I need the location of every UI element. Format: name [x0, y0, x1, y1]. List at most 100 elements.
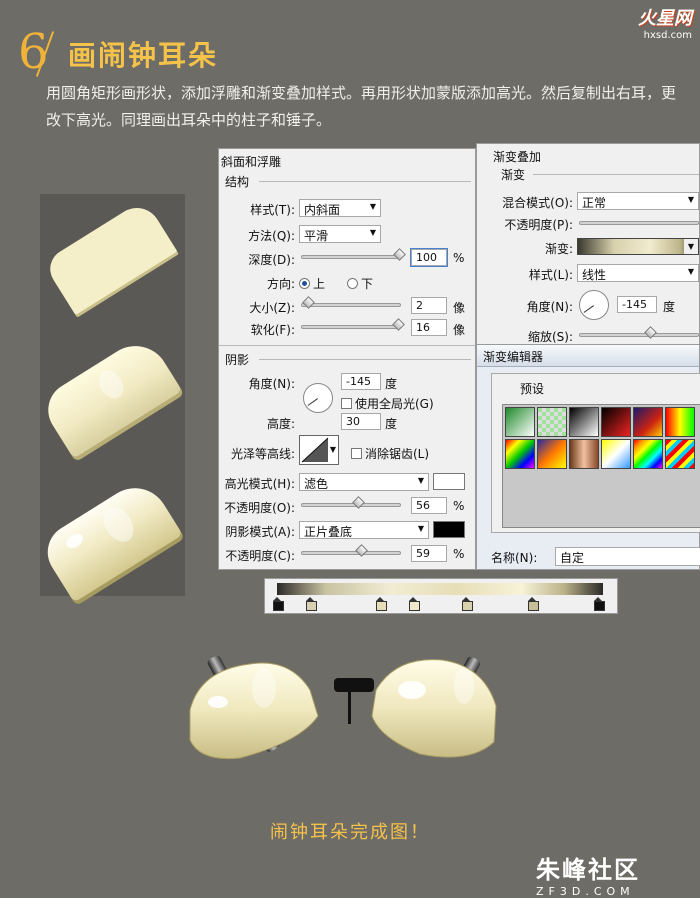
highlight-opacity-slider[interactable]: [301, 496, 401, 509]
preset-grid: [502, 404, 700, 528]
highlight-mode-label: 高光模式(H):: [224, 477, 295, 491]
window-title: 渐变编辑器: [483, 350, 544, 364]
logo-name: 朱峰社区: [536, 856, 640, 884]
gradient-preview-strip[interactable]: [277, 583, 603, 595]
direction-down-label: 下: [361, 277, 374, 291]
preset-swatch[interactable]: [569, 439, 599, 469]
bevel-emboss-panel: 斜面和浮雕 结构 样式(T): 内斜面 方法(Q): 平滑 深度(D): 100…: [218, 148, 476, 570]
gradient-name-input[interactable]: 自定: [555, 547, 700, 566]
chevron-down-icon: ▼: [329, 445, 336, 454]
contour-curve-icon: [301, 437, 329, 463]
site-logo-top: 火星网 hxsd.com: [606, 4, 692, 41]
section-divider: [259, 359, 471, 360]
slider-thumb[interactable]: [352, 496, 365, 509]
preset-swatch[interactable]: [665, 439, 695, 469]
blend-mode-select[interactable]: 正常: [577, 192, 699, 210]
color-stop[interactable]: [528, 597, 539, 611]
soften-input[interactable]: 16: [411, 319, 447, 336]
slider-thumb[interactable]: [644, 326, 657, 339]
highlight-mode-select[interactable]: 滤色: [299, 473, 429, 491]
scale-slider[interactable]: [579, 326, 699, 339]
color-stop[interactable]: [376, 597, 387, 611]
preset-swatch[interactable]: [601, 439, 631, 469]
shadow-opacity-slider[interactable]: [301, 544, 401, 557]
size-input[interactable]: 2: [411, 297, 447, 314]
angle-input[interactable]: -145: [341, 373, 381, 390]
site-logo-bottom: 朱峰社区 ZF3D.COM: [536, 850, 686, 898]
preset-swatch[interactable]: [505, 439, 535, 469]
ear-preview-panel: [37, 194, 185, 603]
preset-swatch[interactable]: [537, 439, 567, 469]
style-select[interactable]: 内斜面: [299, 199, 381, 217]
depth-input[interactable]: 100: [410, 248, 448, 267]
preset-swatch[interactable]: [569, 407, 599, 437]
global-light-checkbox[interactable]: 使用全局光(G): [341, 395, 434, 412]
preset-swatch[interactable]: [537, 407, 567, 437]
chevron-down-icon[interactable]: ▼: [684, 239, 698, 254]
structure-section-label: 结构: [225, 175, 250, 189]
gradient-picker[interactable]: ▼: [577, 238, 699, 255]
gradient-section-label: 渐变: [501, 168, 526, 182]
soften-unit: 像: [453, 323, 466, 337]
color-stop[interactable]: [306, 597, 317, 611]
preset-swatch[interactable]: [633, 407, 663, 437]
finished-ears-illustration: [180, 650, 530, 800]
slider-thumb[interactable]: [355, 544, 368, 557]
panel-title: 渐变叠加: [493, 150, 542, 164]
antialias-checkbox[interactable]: 消除锯齿(L): [351, 445, 429, 462]
opacity-slider[interactable]: [579, 221, 699, 225]
soften-label: 软化(F):: [250, 323, 295, 337]
shadow-color-swatch[interactable]: [433, 521, 465, 538]
panel-title: 斜面和浮雕: [221, 155, 282, 169]
ear-stage-2: [37, 333, 183, 459]
shadow-mode-select[interactable]: 正片叠底: [299, 521, 429, 539]
preset-swatch[interactable]: [505, 407, 535, 437]
color-stop[interactable]: [594, 597, 605, 611]
soften-slider[interactable]: [301, 318, 405, 331]
highlight-color-swatch[interactable]: [433, 473, 465, 490]
checkbox-icon: [351, 448, 362, 459]
finished-ears-image: [189, 655, 497, 760]
slider-thumb[interactable]: [392, 318, 405, 331]
direction-up-label: 上: [313, 277, 326, 291]
shadow-mode-label: 阴影模式(A):: [225, 525, 295, 539]
gradient-stops-bar: [264, 578, 618, 614]
color-stop[interactable]: [462, 597, 473, 611]
dial-hand: [307, 398, 318, 406]
style-label: 样式(T):: [250, 203, 295, 217]
section-divider: [219, 345, 475, 346]
technique-select[interactable]: 平滑: [299, 225, 381, 243]
gloss-contour-picker[interactable]: ▼: [299, 435, 339, 465]
technique-label: 方法(Q):: [248, 229, 295, 243]
size-slider[interactable]: [301, 296, 401, 309]
color-stop[interactable]: [409, 597, 420, 611]
gradient-angle-dial[interactable]: [579, 290, 609, 320]
gradient-style-select[interactable]: 线性: [577, 264, 699, 282]
preset-swatch[interactable]: [665, 407, 695, 437]
direction-down-radio[interactable]: 下: [347, 275, 373, 292]
preset-swatch[interactable]: [601, 407, 631, 437]
shadow-opacity-input[interactable]: 59: [411, 545, 447, 562]
size-label: 大小(Z):: [249, 301, 295, 315]
gloss-contour-label: 光泽等高线:: [230, 447, 295, 461]
color-stop[interactable]: [273, 597, 284, 611]
preset-swatch[interactable]: [633, 439, 663, 469]
gradient-editor-window: 渐变编辑器 预设 名称(N): 自定: [476, 344, 700, 570]
depth-unit: %: [453, 251, 465, 265]
radio-icon: [347, 278, 358, 289]
gradient-angle-input[interactable]: -145: [617, 296, 657, 313]
shadow-opacity-label: 不透明度(C):: [225, 549, 295, 563]
highlight-opacity-input[interactable]: 56: [411, 497, 447, 514]
presets-label: 预设: [516, 380, 549, 397]
angle-label: 角度(N):: [248, 377, 295, 391]
altitude-input[interactable]: 30: [341, 413, 381, 430]
depth-slider[interactable]: [301, 248, 406, 261]
highlight-opacity-label: 不透明度(O):: [224, 501, 295, 515]
window-titlebar[interactable]: 渐变编辑器: [477, 345, 699, 367]
angle-dial[interactable]: [303, 383, 333, 413]
slider-thumb[interactable]: [302, 296, 315, 309]
direction-label: 方向:: [266, 277, 295, 291]
radio-icon: [299, 278, 310, 289]
slider-thumb[interactable]: [393, 248, 406, 261]
direction-up-radio[interactable]: 上: [299, 275, 325, 292]
